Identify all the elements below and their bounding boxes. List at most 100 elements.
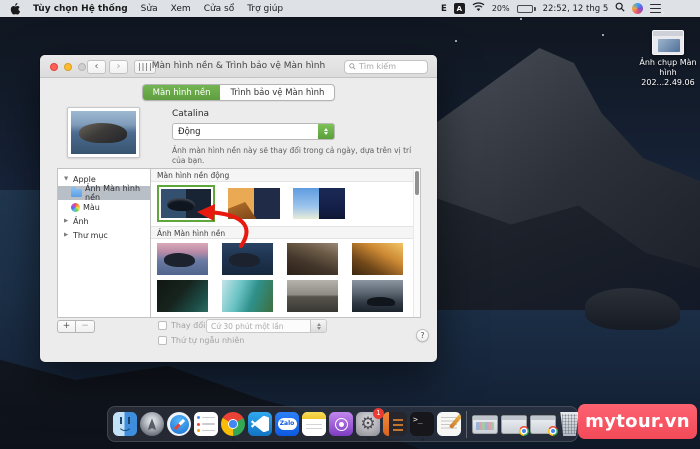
- search-input[interactable]: [359, 62, 423, 71]
- dock-minimized-window-system-preferences[interactable]: [472, 415, 498, 434]
- sidebar-group-folders[interactable]: ▶ Thư mục: [58, 228, 150, 242]
- terminal-glyph: >_: [413, 415, 423, 424]
- star: [602, 34, 604, 36]
- sidebar-group-apple-label: Apple: [73, 175, 96, 184]
- wallpaper-mode-value: Động: [173, 127, 318, 137]
- menu-edit[interactable]: Sửa: [141, 4, 158, 14]
- desktop-screen: Tùy chọn Hệ thống Sửa Xem Cửa sổ Trợ giú…: [0, 0, 700, 449]
- dock: Zalo ⚙ 1 >_: [107, 406, 578, 442]
- battery-percentage: 20%: [492, 4, 510, 13]
- search-icon: [349, 63, 356, 70]
- preferences-search-field[interactable]: [344, 60, 428, 74]
- add-remove-controls: + −: [57, 320, 95, 333]
- dropdown-stepper-icon: [310, 320, 326, 332]
- dock-textedit-icon[interactable]: [437, 412, 461, 436]
- wallpaper-thumb-mojave-dynamic[interactable]: [228, 188, 280, 219]
- panel-scrollbar[interactable]: [413, 169, 420, 317]
- system-preferences-window: ‹ › Màn hình nền & Trình bảo vệ Màn hình…: [40, 55, 437, 362]
- wallpaper-thumb-4[interactable]: [352, 243, 403, 275]
- screenshot-file-label: Ảnh chụp Màn hình 202...2.49.06: [633, 58, 700, 88]
- interval-value: Cứ 30 phút một lần: [207, 322, 310, 331]
- notification-center-icon[interactable]: [650, 4, 661, 13]
- wallpaper-thumb-3[interactable]: [287, 243, 338, 275]
- input-language-indicator[interactable]: E: [441, 4, 447, 14]
- dock-trash-icon[interactable]: [559, 412, 580, 436]
- spotlight-icon[interactable]: [615, 2, 625, 15]
- wallpaper-thumb-catalina-dynamic-selected[interactable]: [157, 185, 215, 222]
- dynamic-section-header: Màn hình nền động: [151, 169, 413, 182]
- chrome-badge-icon: [519, 426, 529, 436]
- wifi-icon[interactable]: [472, 2, 485, 15]
- dock-zalo-icon[interactable]: Zalo: [275, 412, 299, 436]
- wallpaper-thumb-6[interactable]: [222, 280, 273, 312]
- wallpaper-thumb-solar-dynamic[interactable]: [293, 188, 345, 219]
- wallpaper-thumb-2[interactable]: [222, 243, 273, 275]
- dock-vscode-icon[interactable]: [248, 412, 272, 436]
- source-list-sidebar: ▼ Apple Ảnh Màn hình nền Màu ▶ Ảnh ▶ Thư…: [57, 168, 151, 318]
- random-order-checkbox[interactable]: [158, 336, 167, 345]
- running-indicator: [367, 438, 370, 441]
- dock-launchpad-icon[interactable]: [140, 412, 164, 436]
- random-order-label: Thứ tự ngẫu nhiên: [171, 336, 244, 345]
- sidebar-group-photos-label: Ảnh: [73, 217, 89, 226]
- remove-folder-button[interactable]: −: [76, 320, 95, 333]
- dock-finder-icon[interactable]: [113, 412, 137, 436]
- dock-podcasts-icon[interactable]: [329, 412, 353, 436]
- tab-bar: Màn hình nền Trình bảo vệ Màn hình: [40, 84, 437, 101]
- disclosure-down-icon[interactable]: ▼: [64, 176, 70, 182]
- menu-app-name[interactable]: Tùy chọn Hệ thống: [33, 4, 128, 14]
- folder-icon: [71, 189, 82, 197]
- dock-notes-icon[interactable]: [302, 412, 326, 436]
- dock-utility-app-icon[interactable]: [383, 412, 407, 436]
- dock-minimized-window-chrome-1[interactable]: [501, 415, 527, 434]
- help-button[interactable]: ?: [416, 329, 429, 342]
- siri-icon[interactable]: [632, 3, 643, 14]
- scrollbar-thumb[interactable]: [415, 171, 419, 195]
- dock-divider: [466, 411, 467, 438]
- apple-menu-icon[interactable]: [10, 3, 20, 15]
- dock-chrome-icon[interactable]: [221, 412, 245, 436]
- wallpaper-description: Ảnh màn hình nền này sẽ thay đổi trong c…: [172, 146, 424, 165]
- battery-icon[interactable]: [517, 5, 536, 13]
- window-titlebar[interactable]: ‹ › Màn hình nền & Trình bảo vệ Màn hình: [40, 55, 437, 78]
- dock-terminal-icon[interactable]: >_: [410, 412, 434, 436]
- disclosure-right-icon[interactable]: ▶: [64, 218, 70, 224]
- color-wheel-icon: [71, 203, 80, 212]
- sidebar-group-photos[interactable]: ▶ Ảnh: [58, 214, 150, 228]
- dynamic-wallpapers-row: [157, 185, 345, 222]
- dock-minimized-window-chrome-2[interactable]: [530, 415, 556, 434]
- sidebar-item-colors[interactable]: Màu: [58, 200, 150, 214]
- disclosure-right-icon[interactable]: ▶: [64, 232, 70, 238]
- wallpaper-thumb-5[interactable]: [157, 280, 208, 312]
- sidebar-item-desktop-pictures[interactable]: Ảnh Màn hình nền: [58, 186, 150, 200]
- tab-desktop[interactable]: Màn hình nền: [143, 85, 221, 100]
- zalo-label: Zalo: [278, 418, 297, 430]
- dock-reminders-icon[interactable]: [194, 412, 218, 436]
- interval-dropdown[interactable]: Cứ 30 phút một lần: [206, 319, 327, 333]
- wallpaper-small-rock: [585, 288, 680, 330]
- input-source-icon[interactable]: A: [454, 3, 465, 14]
- running-indicator: [232, 438, 235, 441]
- dock-safari-icon[interactable]: [167, 412, 191, 436]
- dock-system-preferences-icon[interactable]: ⚙ 1: [356, 412, 380, 436]
- wallpaper-mode-dropdown[interactable]: Động: [172, 123, 335, 140]
- menu-view[interactable]: Xem: [171, 4, 191, 14]
- change-picture-checkbox[interactable]: [158, 321, 167, 330]
- menu-window[interactable]: Cửa sổ: [204, 4, 235, 14]
- catalina-preview-image: [71, 111, 136, 154]
- wallpaper-name-label: Catalina: [172, 109, 209, 119]
- menu-clock[interactable]: 22:52, 12 thg 5: [543, 4, 609, 14]
- wallpaper-thumb-8[interactable]: [352, 280, 403, 312]
- mytour-watermark: mytour.vn: [578, 404, 697, 439]
- tab-screensaver[interactable]: Trình bảo vệ Màn hình: [220, 85, 334, 100]
- running-indicator: [286, 438, 289, 441]
- wallpaper-thumb-1[interactable]: [157, 243, 208, 275]
- add-folder-button[interactable]: +: [57, 320, 76, 333]
- photos-section-header: Ảnh Màn hình nền: [151, 226, 413, 239]
- menu-help[interactable]: Trợ giúp: [247, 4, 283, 14]
- desktop-file-screenshot[interactable]: Ảnh chụp Màn hình 202...2.49.06: [633, 30, 700, 88]
- photo-wallpapers-grid: [157, 243, 403, 312]
- wallpaper-thumb-7[interactable]: [287, 280, 338, 312]
- star: [455, 40, 457, 42]
- running-indicator: [205, 438, 208, 441]
